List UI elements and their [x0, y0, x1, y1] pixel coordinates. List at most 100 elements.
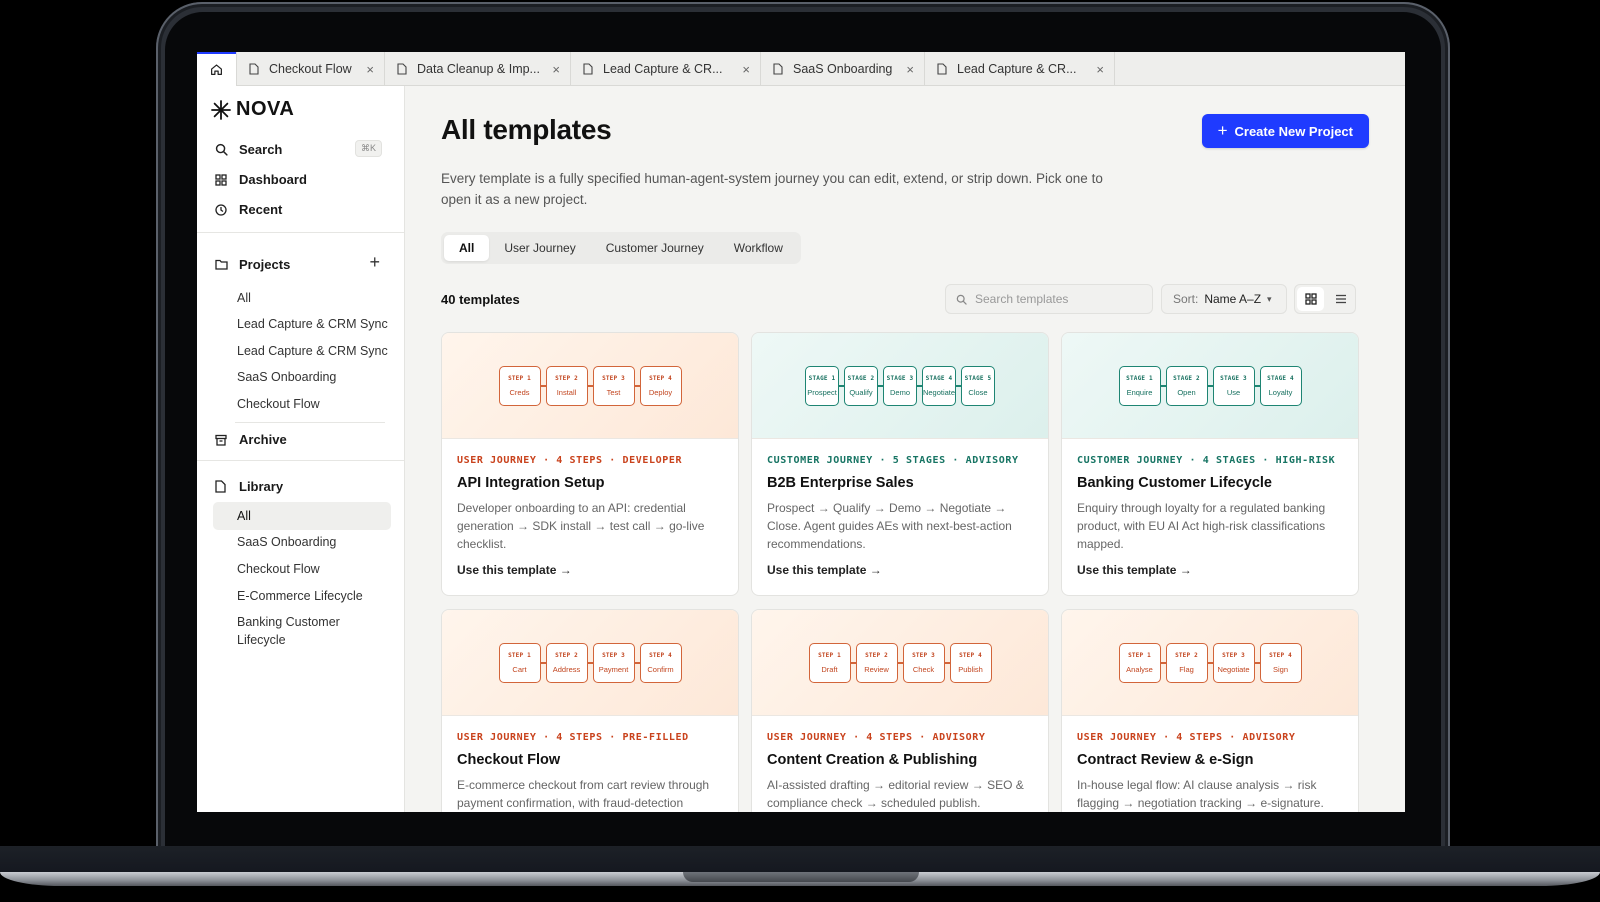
- card-description: AI-assisted drafting → editorial review …: [767, 778, 1024, 810]
- nav-recent[interactable]: Recent: [215, 202, 282, 217]
- laptop-hinge: [0, 846, 1600, 872]
- close-icon[interactable]: ×: [552, 62, 560, 77]
- page-description: Every template is a fully specified huma…: [441, 171, 1103, 207]
- step-diagram: STEP 1 Cart STEP 2 Address STEP 3 Payment STEP…: [442, 643, 738, 683]
- close-icon[interactable]: ×: [366, 62, 374, 77]
- step-title: Draft: [821, 665, 838, 674]
- tab-lead-capture[interactable]: Lead Capture & CR... ×: [571, 52, 761, 86]
- step-title: Review: [864, 665, 889, 674]
- template-card[interactable]: STAGE 1 Prospect STAGE 2 Qualify STAGE 3 Demo…: [751, 332, 1049, 596]
- step-connector: [1160, 662, 1166, 664]
- nav-library-label: Library: [239, 479, 284, 494]
- step-number: STEP 1: [508, 375, 531, 382]
- step-number: STEP 4: [649, 652, 672, 659]
- template-card[interactable]: STEP 1 Cart STEP 2 Address STEP 3 Payment STEP…: [441, 609, 739, 812]
- project-item[interactable]: Lead Capture & CRM Sync: [237, 315, 397, 333]
- filter-tab-customer-journey[interactable]: Customer Journey: [591, 235, 719, 261]
- template-card[interactable]: STEP 1 Analyse STEP 2 Flag STEP 3 Negotiate ST…: [1061, 609, 1359, 812]
- divider: [197, 460, 404, 461]
- nav-projects[interactable]: Projects: [215, 257, 290, 272]
- step-number: STAGE 1: [808, 375, 836, 382]
- tab-data-cleanup[interactable]: Data Cleanup & Imp... ×: [385, 52, 571, 86]
- template-card[interactable]: STEP 1 Creds STEP 2 Install STEP 3 Test STEP 4…: [441, 332, 739, 596]
- card-meta: USER JOURNEY · 4 STEPS · PRE-FILLED: [457, 732, 689, 743]
- step-box: STEP 2 Address: [545, 643, 588, 683]
- step-box: STAGE 2 Qualify: [844, 366, 878, 406]
- card-meta: CUSTOMER JOURNEY · 4 STAGES · HIGH-RISK: [1077, 455, 1336, 466]
- step-connector: [1254, 385, 1260, 387]
- close-icon[interactable]: ×: [906, 62, 914, 77]
- nav-dashboard[interactable]: Dashboard: [215, 172, 307, 187]
- card-preview: STEP 1 Creds STEP 2 Install STEP 3 Test STEP 4…: [442, 333, 738, 439]
- nav-recent-label: Recent: [239, 202, 283, 217]
- library-item[interactable]: Banking Customer Lifecycle: [237, 613, 367, 649]
- step-box: STEP 3 Test: [592, 366, 635, 406]
- library-item[interactable]: Checkout Flow: [237, 560, 397, 578]
- step-number: STAGE 3: [886, 375, 914, 382]
- project-item[interactable]: Checkout Flow: [237, 395, 397, 413]
- step-number: STEP 4: [959, 652, 982, 659]
- step-number: STEP 3: [602, 652, 625, 659]
- document-icon: [583, 63, 593, 75]
- step-title: Creds: [509, 388, 530, 397]
- project-item[interactable]: SaaS Onboarding: [237, 368, 397, 386]
- library-item[interactable]: E-Commerce Lifecycle: [237, 587, 397, 605]
- sort-dropdown[interactable]: Sort: Name A–Z ▾: [1161, 284, 1287, 314]
- step-box: STAGE 5 Close: [961, 366, 995, 406]
- add-project-icon[interactable]: +: [369, 252, 380, 273]
- use-template-link[interactable]: Use this template →: [457, 563, 572, 577]
- filter-tab-user-journey[interactable]: User Journey: [489, 235, 590, 261]
- step-box: STEP 1 Creds: [498, 366, 541, 406]
- list-view-button[interactable]: [1326, 285, 1355, 313]
- create-new-project-button[interactable]: + Create New Project: [1201, 114, 1369, 148]
- step-number: STEP 1: [818, 652, 841, 659]
- nav-search[interactable]: Search: [215, 142, 282, 157]
- use-template-link[interactable]: Use this template →: [767, 563, 882, 577]
- document-icon: [249, 63, 259, 75]
- template-card[interactable]: STAGE 1 Enquire STAGE 2 Open STAGE 3 Use STAGE…: [1061, 332, 1359, 596]
- filter-tab-all[interactable]: All: [444, 235, 490, 261]
- library-item-all[interactable]: All: [213, 502, 391, 530]
- card-preview: STAGE 1 Enquire STAGE 2 Open STAGE 3 Use STAGE…: [1062, 333, 1358, 439]
- step-number: STAGE 3: [1220, 375, 1247, 382]
- use-template-link[interactable]: Use this template →: [1077, 563, 1192, 577]
- grid-view-button[interactable]: [1297, 287, 1325, 311]
- search-templates-input[interactable]: Search templates: [945, 284, 1153, 314]
- step-connector: [944, 662, 950, 664]
- create-button-label: Create New Project: [1234, 123, 1354, 139]
- tab-home[interactable]: [197, 52, 237, 86]
- close-icon[interactable]: ×: [742, 62, 750, 77]
- logo[interactable]: NOVA: [211, 98, 294, 121]
- tab-label: Checkout Flow: [269, 62, 352, 76]
- library-item[interactable]: SaaS Onboarding: [237, 533, 397, 551]
- view-toggle: [1294, 284, 1356, 314]
- folder-icon: [215, 259, 228, 270]
- step-number: STEP 1: [1128, 652, 1151, 659]
- nav-archive[interactable]: Archive: [215, 432, 287, 447]
- template-card[interactable]: STEP 1 Draft STEP 2 Review STEP 3 Check STEP 4…: [751, 609, 1049, 812]
- clock-icon: [215, 203, 227, 216]
- step-diagram: STEP 1 Draft STEP 2 Review STEP 3 Check STEP 4…: [752, 643, 1048, 683]
- step-number: STAGE 4: [925, 375, 953, 382]
- step-box: STAGE 4 Loyalty: [1259, 366, 1302, 406]
- project-item[interactable]: Lead Capture & CRM Sync: [237, 342, 397, 360]
- project-item-all[interactable]: All: [237, 289, 397, 307]
- nav-library[interactable]: Library: [215, 479, 283, 494]
- step-title: Demo: [889, 388, 910, 397]
- tab-checkout-flow[interactable]: Checkout Flow ×: [237, 52, 385, 86]
- tab-saas-onboarding[interactable]: SaaS Onboarding ×: [761, 52, 925, 86]
- filter-tab-workflow[interactable]: Workflow: [719, 235, 798, 261]
- step-connector: [1160, 385, 1166, 387]
- step-title: Loyalty: [1268, 388, 1293, 397]
- search-icon: [956, 294, 967, 305]
- archive-icon: [215, 434, 227, 446]
- step-title: Negotiate: [1217, 665, 1250, 674]
- nav-dashboard-label: Dashboard: [239, 172, 307, 187]
- close-icon[interactable]: ×: [1096, 62, 1104, 77]
- tab-lead-capture-2[interactable]: Lead Capture & CR... ×: [925, 52, 1115, 86]
- card-meta: USER JOURNEY · 4 STEPS · ADVISORY: [1077, 732, 1296, 743]
- step-number: STAGE 2: [1173, 375, 1200, 382]
- card-title: API Integration Setup: [457, 475, 605, 491]
- step-title: Address: [552, 665, 581, 674]
- tab-label: Lead Capture & CR...: [603, 62, 723, 76]
